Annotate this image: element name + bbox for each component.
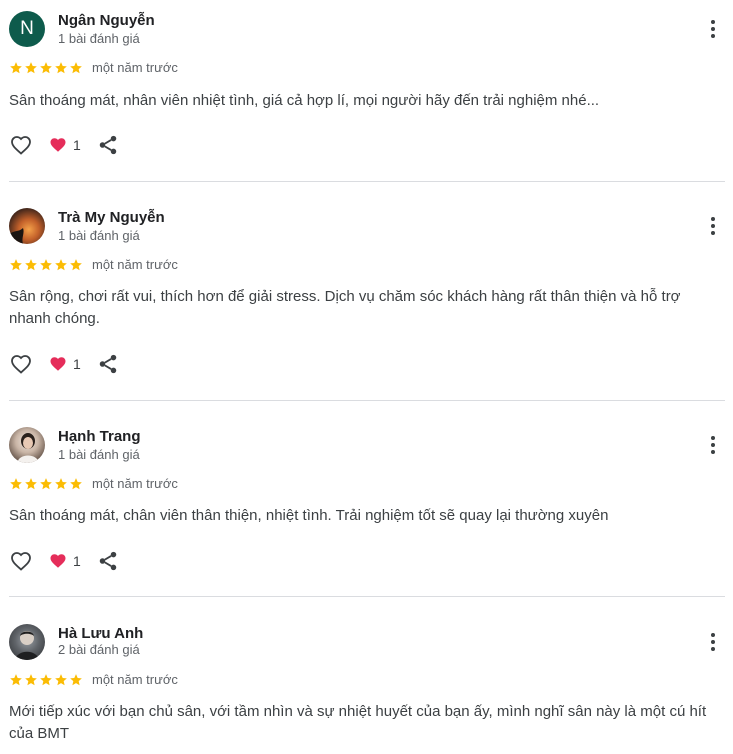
more-options-button[interactable] xyxy=(705,17,721,41)
review-card: Hạnh Trang 1 bài đánh giá một năm trước … xyxy=(0,416,733,597)
reviewer-name[interactable]: Ngân Nguyễn xyxy=(58,12,155,29)
like-count: 1 xyxy=(73,137,81,153)
rating-row: một năm trước xyxy=(9,672,178,687)
reviewer-review-count: 1 bài đánh giá xyxy=(58,31,140,46)
review-actions: 1 xyxy=(9,133,119,157)
star-icon xyxy=(25,258,37,270)
avatar-photo xyxy=(9,228,24,244)
star-rating xyxy=(9,673,83,687)
rating-row: một năm trước xyxy=(9,257,178,272)
avatar[interactable] xyxy=(9,427,45,463)
more-vert-icon xyxy=(711,217,715,221)
like-count: 1 xyxy=(73,553,81,569)
star-icon xyxy=(40,673,52,685)
star-icon xyxy=(70,673,82,685)
star-icon xyxy=(10,477,22,489)
review-card: Hà Lưu Anh 2 bài đánh giá một năm trước … xyxy=(0,613,733,754)
avatar-photo xyxy=(17,433,39,463)
star-rating xyxy=(9,477,83,491)
heart-filled-icon xyxy=(50,138,66,152)
review-text: Sân rộng, chơi rất vui, thích hơn để giả… xyxy=(9,288,681,327)
review-time: một năm trước xyxy=(92,60,178,75)
review-time: một năm trước xyxy=(92,257,178,272)
share-icon[interactable] xyxy=(97,134,119,156)
avatar[interactable]: N xyxy=(9,11,45,47)
star-icon xyxy=(55,673,67,685)
review-actions: 1 xyxy=(9,549,119,573)
rating-row: một năm trước xyxy=(9,476,178,491)
more-options-button[interactable] xyxy=(705,630,721,654)
heart-filled-icon xyxy=(50,357,66,371)
star-icon xyxy=(70,61,82,73)
reviewer-review-count: 2 bài đánh giá xyxy=(58,642,140,657)
avatar-photo xyxy=(15,631,39,660)
star-rating xyxy=(9,258,83,272)
reviewer-review-count: 1 bài đánh giá xyxy=(58,228,140,243)
review-card: N Ngân Nguyễn 1 bài đánh giá một năm trư… xyxy=(0,0,733,182)
reviewer-name[interactable]: Trà My Nguyễn xyxy=(58,209,165,226)
heart-outline-icon[interactable] xyxy=(9,352,33,376)
review-text: Sân thoáng mát, nhân viên nhiệt tình, gi… xyxy=(9,92,600,109)
share-icon[interactable] xyxy=(97,353,119,375)
star-icon xyxy=(10,673,22,685)
star-icon xyxy=(40,258,52,270)
star-icon xyxy=(10,61,22,73)
divider xyxy=(9,181,725,182)
star-icon xyxy=(40,61,52,73)
more-options-button[interactable] xyxy=(705,214,721,238)
review-actions: 1 xyxy=(9,352,119,376)
avatar[interactable] xyxy=(9,624,45,660)
star-rating xyxy=(9,61,83,75)
review-text: Sân thoáng mát, chân viên thân thiện, nh… xyxy=(9,507,609,524)
review-time: một năm trước xyxy=(92,476,178,491)
review-text: Mới tiếp xúc với bạn chủ sân, với tầm nh… xyxy=(9,703,707,742)
reviewer-name[interactable]: Hà Lưu Anh xyxy=(58,625,143,642)
reviewer-name[interactable]: Hạnh Trang xyxy=(58,428,141,445)
avatar[interactable] xyxy=(9,208,45,244)
star-icon xyxy=(70,477,82,489)
avatar-initial: N xyxy=(20,18,34,39)
like-count: 1 xyxy=(73,356,81,372)
heart-filled-icon xyxy=(50,554,66,568)
heart-outline-icon[interactable] xyxy=(9,133,33,157)
heart-outline-icon[interactable] xyxy=(9,549,33,573)
star-icon xyxy=(10,258,22,270)
star-icon xyxy=(55,258,67,270)
divider xyxy=(9,400,725,401)
reviewer-review-count: 1 bài đánh giá xyxy=(58,447,140,462)
star-icon xyxy=(25,61,37,73)
divider xyxy=(9,596,725,597)
star-icon xyxy=(55,61,67,73)
star-icon xyxy=(25,673,37,685)
review-time: một năm trước xyxy=(92,672,178,687)
more-vert-icon xyxy=(711,20,715,24)
rating-row: một năm trước xyxy=(9,60,178,75)
more-vert-icon xyxy=(711,436,715,440)
review-card: Trà My Nguyễn 1 bài đánh giá một năm trư… xyxy=(0,197,733,401)
more-vert-icon xyxy=(711,633,715,637)
star-icon xyxy=(25,477,37,489)
share-icon[interactable] xyxy=(97,550,119,572)
more-options-button[interactable] xyxy=(705,433,721,457)
star-icon xyxy=(40,477,52,489)
star-icon xyxy=(70,258,82,270)
star-icon xyxy=(55,477,67,489)
